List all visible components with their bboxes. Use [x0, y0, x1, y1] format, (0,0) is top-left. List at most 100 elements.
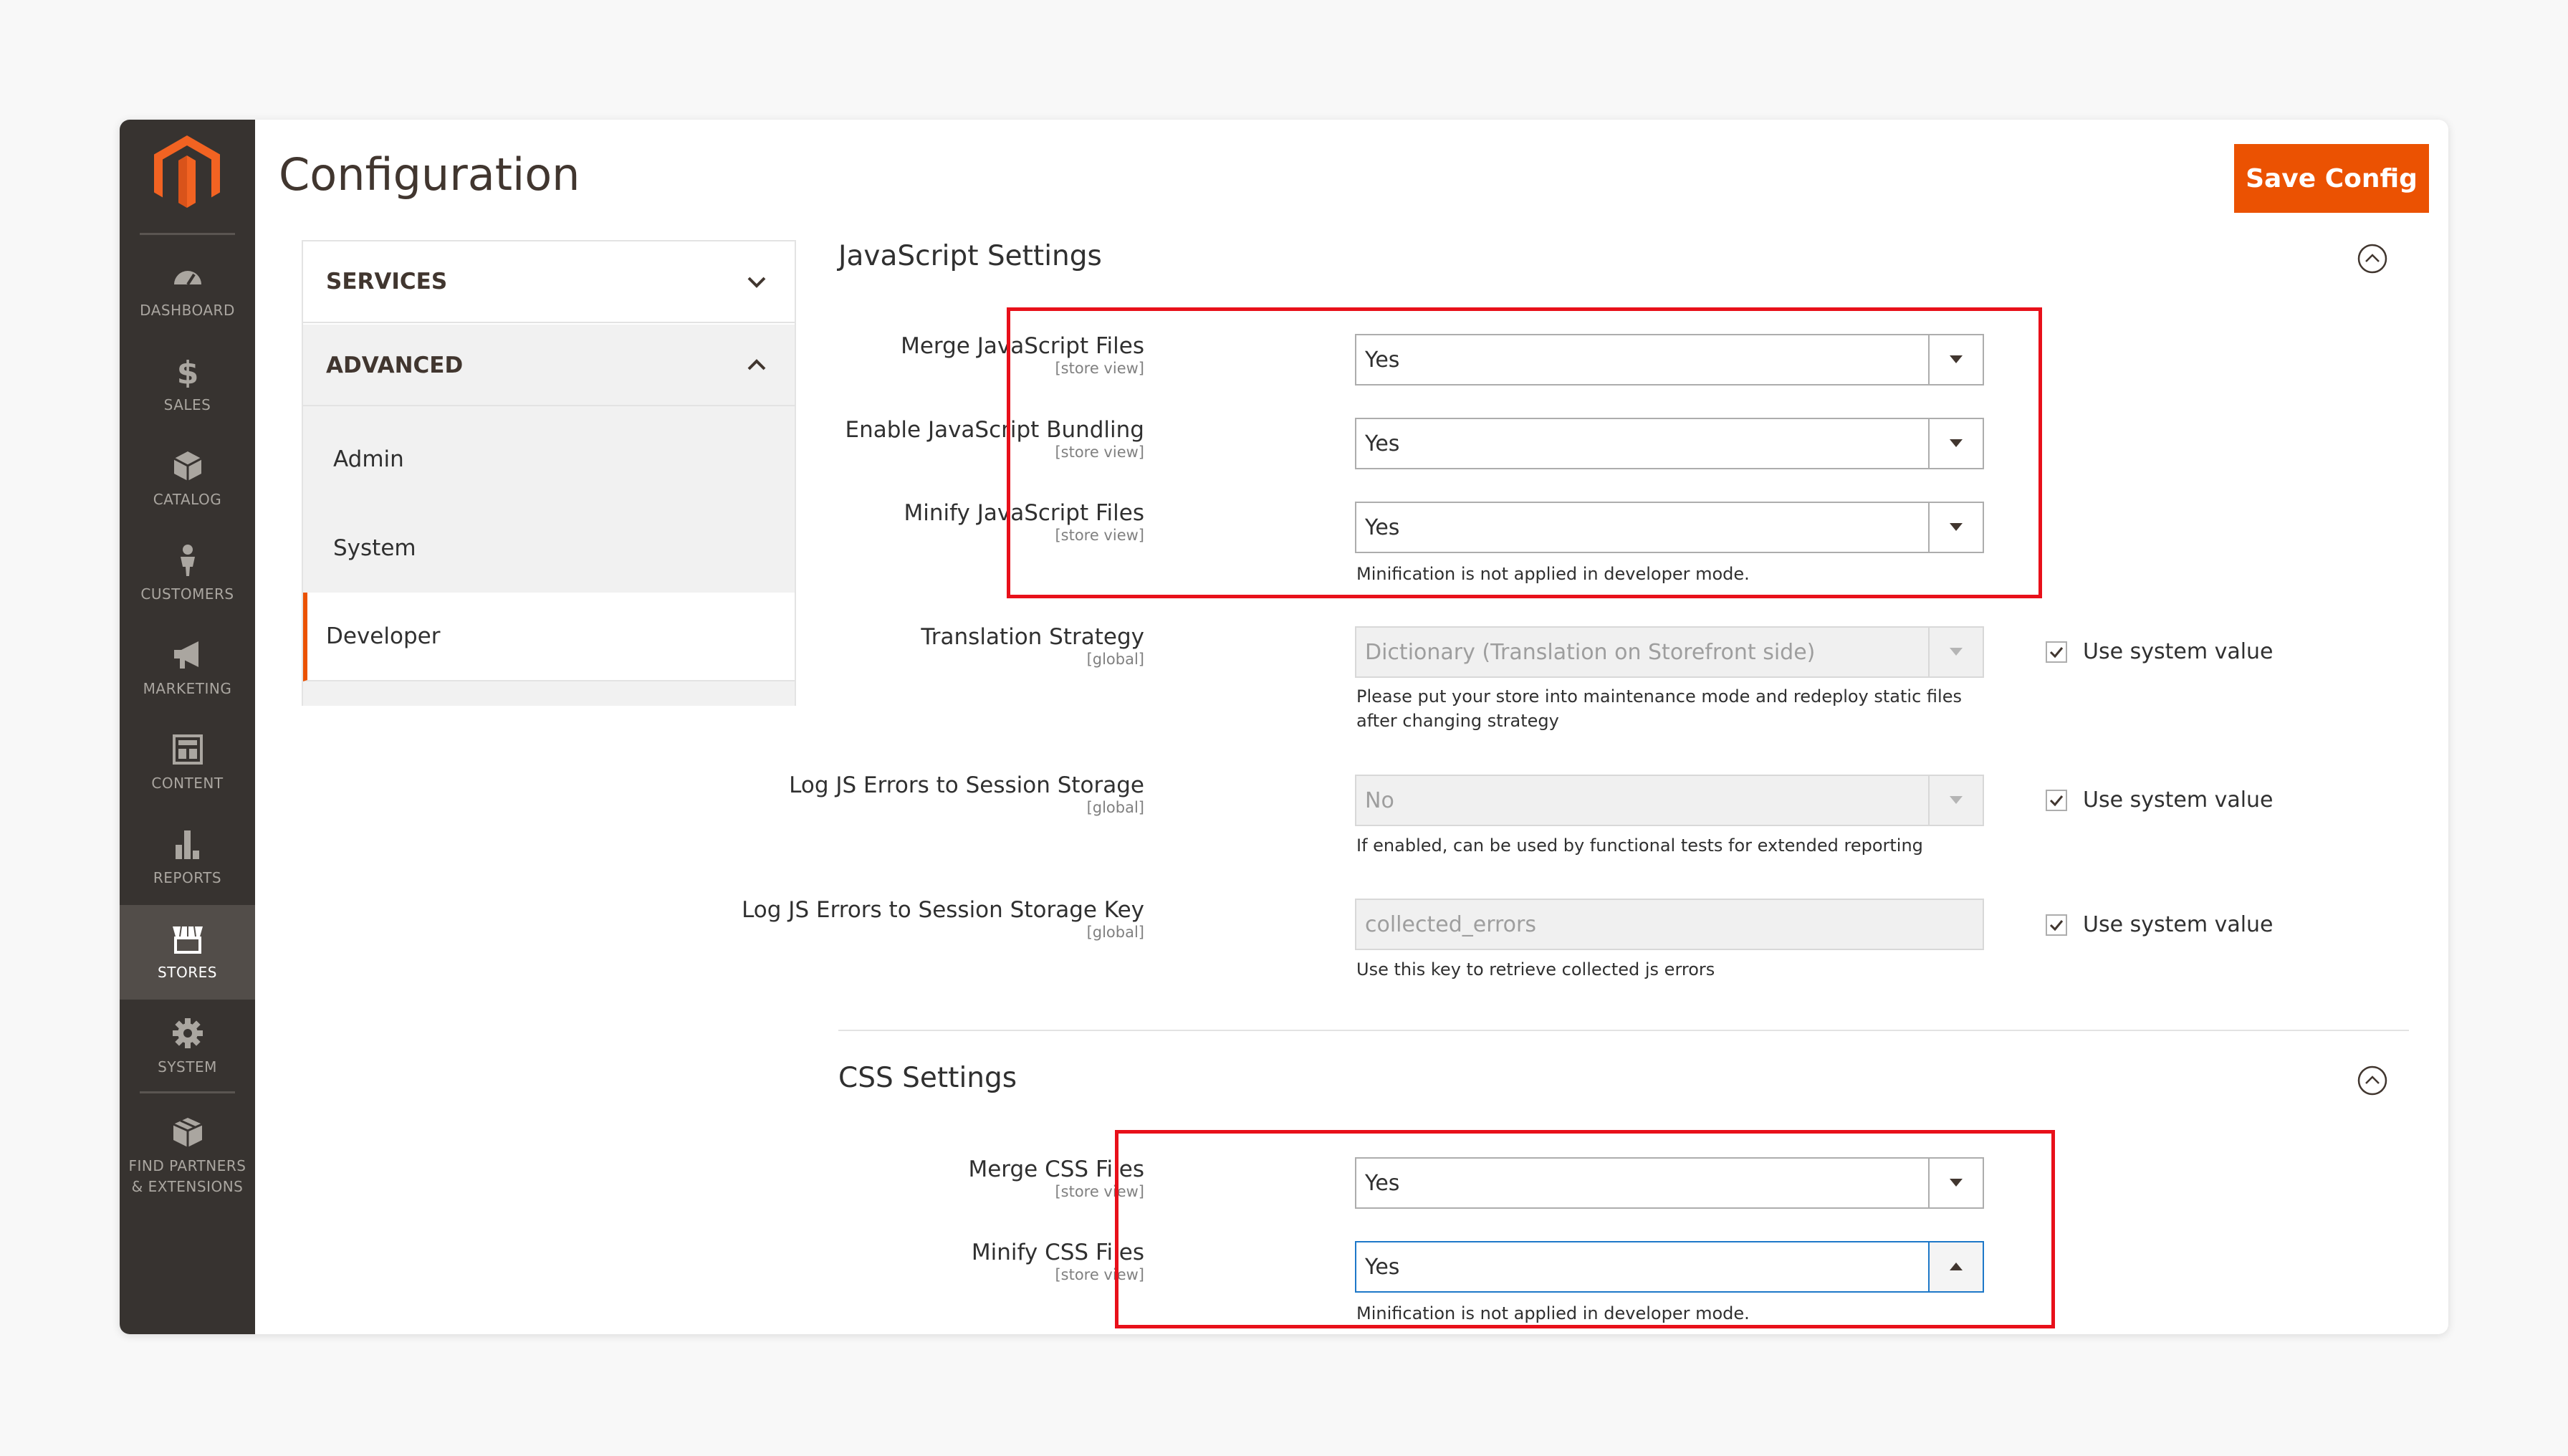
storefront-icon [172, 926, 203, 954]
nav-item-system[interactable]: SYSTEM [120, 1000, 255, 1094]
box-icon [172, 1118, 203, 1147]
select-value: Dictionary (Translation on Storefront si… [1365, 639, 1816, 665]
dropdown-arrow-icon [1928, 503, 1983, 552]
js-bundling-label: Enable JavaScript Bundling [store view] [845, 417, 1145, 461]
config-tabs: SERVICES ADVANCED Admin System Developer [302, 240, 796, 706]
section-divider [838, 1030, 2409, 1031]
bar-chart-icon [175, 830, 199, 859]
log-errors-note: If enabled, can be used by functional te… [1356, 835, 1923, 856]
nav-item-customers[interactable]: CUSTOMERS [120, 527, 255, 621]
field-scope: [global] [1086, 651, 1144, 668]
merge-js-select[interactable]: Yes [1355, 334, 1984, 385]
field-name: Merge CSS Files [968, 1156, 1144, 1182]
dropdown-arrow-icon [1928, 1159, 1983, 1207]
log-key-note: Use this key to retrieve collected js er… [1356, 959, 1715, 980]
admin-sidebar: DASHBOARD $ SALES CATALOG CUSTOMERS MARK… [120, 120, 255, 1334]
field-name: Translation Strategy [921, 624, 1144, 650]
select-value: Yes [1365, 347, 1400, 373]
collapse-icon[interactable] [2357, 1065, 2388, 1096]
checkbox-label: Use system value [2083, 912, 2274, 937]
translation-label: Translation Strategy [global] [921, 624, 1144, 668]
gear-icon [172, 1017, 203, 1048]
field-name: Enable JavaScript Bundling [845, 417, 1145, 443]
minify-js-note: Minification is not applied in developer… [1356, 564, 1750, 584]
collapse-icon[interactable] [2357, 243, 2388, 274]
dashboard-icon [173, 270, 201, 285]
megaphone-icon [173, 641, 198, 669]
merge-css-select[interactable]: Yes [1355, 1157, 1984, 1209]
note-line: after changing strategy [1356, 711, 1559, 731]
dropdown-arrow-icon [1928, 776, 1983, 825]
checkbox-checked-icon[interactable] [2046, 641, 2067, 663]
nav-label: CONTENT [151, 774, 224, 792]
magento-logo-icon[interactable] [154, 135, 220, 211]
minify-css-select[interactable]: Yes [1355, 1241, 1984, 1293]
advanced-subitems: Admin System Developer [303, 405, 795, 706]
translation-select[interactable]: Dictionary (Translation on Storefront si… [1355, 626, 1984, 678]
log-key-input[interactable] [1355, 899, 1984, 950]
log-key-use-system-value[interactable]: Use system value [2046, 912, 2274, 937]
minify-js-select[interactable]: Yes [1355, 502, 1984, 553]
checkbox-checked-icon[interactable] [2046, 914, 2067, 936]
checkbox-label: Use system value [2083, 639, 2274, 664]
field-scope: [store view] [1055, 360, 1144, 377]
field-name: Minify CSS Files [971, 1240, 1144, 1265]
tab-advanced[interactable]: ADVANCED [303, 325, 795, 406]
minify-css-note: Minification is not applied in developer… [1356, 1303, 1750, 1323]
js-settings-title[interactable]: JavaScript Settings [838, 240, 1102, 272]
select-value: Yes [1365, 1254, 1400, 1280]
nav-item-catalog[interactable]: CATALOG [120, 432, 255, 527]
field-name: Minify JavaScript Files [904, 500, 1144, 526]
field-scope: [store view] [1055, 1183, 1144, 1200]
nav-divider [140, 1091, 235, 1093]
merge-css-label: Merge CSS Files [store view] [968, 1156, 1144, 1200]
nav-item-dashboard[interactable]: DASHBOARD [120, 243, 255, 337]
tab-services[interactable]: SERVICES [303, 241, 795, 323]
nav-item-marketing[interactable]: MARKETING [120, 621, 255, 716]
checkbox-label: Use system value [2083, 787, 2274, 813]
nav-label: DASHBOARD [140, 301, 235, 319]
log-key-label: Log JS Errors to Session Storage Key [gl… [742, 897, 1144, 941]
field-name: Log JS Errors to Session Storage [789, 772, 1144, 798]
nav-label: CATALOG [153, 490, 222, 508]
dropdown-arrow-icon [1928, 419, 1983, 468]
page-title: Configuration [279, 148, 580, 201]
note-line: Please put your store into maintenance m… [1356, 686, 1962, 707]
select-value: Yes [1365, 514, 1400, 540]
save-config-button[interactable]: Save Config [2234, 144, 2429, 213]
layout-icon [172, 734, 203, 765]
tab-item-admin[interactable]: Admin [303, 415, 795, 504]
field-scope: [store view] [1055, 1266, 1144, 1283]
chevron-up-icon [747, 359, 766, 370]
nav-label: FIND PARTNERS & EXTENSIONS [128, 1157, 246, 1195]
nav-item-reports[interactable]: REPORTS [120, 810, 255, 905]
nav-item-stores[interactable]: STORES [120, 905, 255, 1000]
log-errors-select[interactable]: No [1355, 775, 1984, 826]
cube-icon [173, 451, 202, 481]
select-value: No [1365, 787, 1394, 813]
nav-label: STORES [158, 963, 217, 981]
dropdown-arrow-icon [1928, 628, 1983, 676]
log-errors-use-system-value[interactable]: Use system value [2046, 787, 2274, 813]
translation-use-system-value[interactable]: Use system value [2046, 639, 2274, 664]
select-value: Yes [1365, 431, 1400, 456]
chevron-down-icon [747, 277, 766, 288]
nav-item-content[interactable]: CONTENT [120, 716, 255, 810]
checkbox-checked-icon[interactable] [2046, 789, 2067, 811]
nav-label: MARKETING [143, 679, 232, 697]
tab-label: SERVICES [326, 269, 448, 294]
css-settings-title[interactable]: CSS Settings [838, 1062, 1017, 1094]
field-scope: [store view] [1055, 527, 1144, 544]
tab-item-system[interactable]: System [303, 504, 795, 593]
nav-label: CUSTOMERS [140, 585, 234, 603]
tab-item-developer[interactable]: Developer [303, 593, 795, 681]
nav-item-sales[interactable]: $ SALES [120, 337, 255, 432]
field-scope: [store view] [1055, 444, 1144, 461]
nav-label: SYSTEM [158, 1058, 217, 1076]
nav-item-find-partners[interactable]: FIND PARTNERS & EXTENSIONS [120, 1103, 255, 1210]
svg-text:$: $ [176, 355, 198, 388]
tab-label: ADVANCED [326, 353, 464, 378]
js-bundling-select[interactable]: Yes [1355, 418, 1984, 469]
person-icon [180, 544, 195, 576]
minify-js-label: Minify JavaScript Files [store view] [904, 500, 1144, 544]
